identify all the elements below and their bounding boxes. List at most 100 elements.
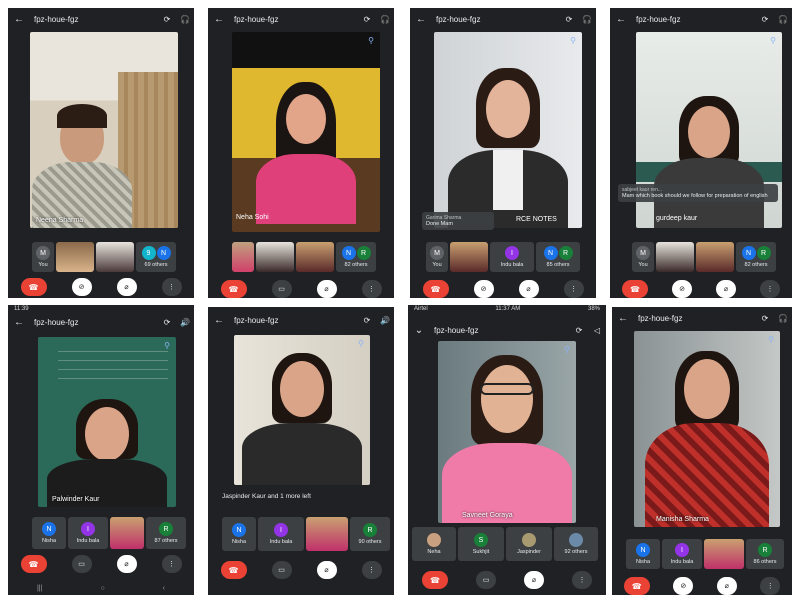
pin-icon[interactable]: ⚲ [358, 339, 364, 348]
participant-tile-others[interactable]: N R 85 others [536, 242, 580, 272]
headphones-icon[interactable]: 🎧 [376, 15, 394, 24]
participant-tile-neha[interactable]: Neha [412, 527, 456, 561]
camera-toggle-button[interactable]: ▭ [71, 555, 92, 573]
participant-tile-video[interactable] [56, 242, 94, 272]
participant-tile-others[interactable]: R 86 others [746, 539, 784, 569]
camera-toggle-button[interactable]: ⊘ [71, 278, 92, 296]
recents-nav-icon[interactable]: ||| [37, 585, 42, 595]
meeting-code[interactable]: fpz-houe-fgz [230, 15, 358, 24]
camera-toggle-button[interactable]: ▭ [271, 280, 292, 298]
back-arrow-icon[interactable]: ← [208, 315, 230, 326]
participant-tile-you[interactable]: M You [632, 242, 654, 272]
participant-tile-video[interactable] [232, 242, 254, 272]
end-call-button[interactable]: ☎ [20, 555, 47, 573]
end-call-button[interactable]: ☎ [220, 280, 247, 298]
pin-icon[interactable]: ⚲ [770, 36, 776, 45]
participant-tile-video[interactable] [656, 242, 694, 272]
pin-icon[interactable]: ⚲ [564, 345, 570, 354]
meeting-code[interactable]: fpz-houe-fgz [30, 15, 158, 24]
more-options-button[interactable]: ⋮ [760, 577, 781, 595]
camera-toggle-button[interactable]: ⊘ [672, 280, 692, 298]
back-arrow-icon[interactable]: ← [8, 317, 30, 328]
participant-tile-video[interactable] [296, 242, 334, 272]
participant-tile-others[interactable]: N R 82 others [736, 242, 776, 272]
more-options-button[interactable]: ⋮ [361, 561, 382, 579]
switch-camera-icon[interactable]: ⟳ [570, 326, 588, 335]
meeting-code[interactable]: fpz-houe-fgz [432, 15, 560, 24]
back-arrow-icon[interactable]: ← [612, 313, 634, 324]
participant-tile-video[interactable] [110, 517, 144, 549]
headphones-icon[interactable]: 🎧 [774, 15, 792, 24]
participant-tile-others[interactable]: R 90 others [350, 517, 390, 551]
participant-tile-nisha[interactable]: N Nisha [626, 539, 660, 569]
mic-toggle-button[interactable]: ⌀ [716, 577, 737, 595]
mic-toggle-button[interactable]: ⌀ [518, 280, 539, 298]
end-call-button[interactable]: ☎ [20, 278, 47, 296]
more-options-button[interactable]: ⋮ [161, 278, 182, 296]
speaker-icon[interactable]: 🔊 [376, 316, 394, 325]
meeting-code[interactable]: fpz-houe-fgz [634, 314, 756, 323]
pin-icon[interactable]: ⚲ [368, 36, 374, 45]
back-arrow-icon[interactable]: ← [410, 14, 432, 25]
participant-tile-video[interactable] [96, 242, 134, 272]
meeting-code[interactable]: fpz-houe-fgz [230, 316, 358, 325]
participant-tile-others[interactable]: R 87 others [146, 517, 186, 549]
participant-tile-video[interactable] [256, 242, 294, 272]
participant-tile-video[interactable] [704, 539, 744, 569]
more-options-button[interactable]: ⋮ [572, 571, 592, 589]
back-arrow-icon[interactable]: ← [610, 14, 632, 25]
mic-toggle-button[interactable]: ⌀ [716, 280, 736, 298]
participant-tile-indu[interactable]: I Indu bala [258, 517, 304, 551]
switch-camera-icon[interactable]: ⟳ [358, 316, 376, 325]
meeting-code[interactable]: fpz-houe-fgz [430, 326, 570, 335]
camera-toggle-button[interactable]: ▭ [476, 571, 496, 589]
more-options-button[interactable]: ⋮ [760, 280, 780, 298]
participant-tile-you[interactable]: M You [32, 242, 54, 272]
mic-toggle-button[interactable]: ⌀ [316, 561, 337, 579]
switch-camera-icon[interactable]: ⟳ [158, 318, 176, 327]
camera-toggle-button[interactable]: ⊘ [473, 280, 494, 298]
end-call-button[interactable]: ☎ [422, 571, 448, 589]
switch-camera-icon[interactable]: ⟳ [756, 314, 774, 323]
switch-camera-icon[interactable]: ⟳ [158, 15, 176, 24]
mic-toggle-button[interactable]: ⌀ [116, 278, 137, 296]
end-call-button[interactable]: ☎ [422, 280, 449, 298]
participant-tile-sukhjit[interactable]: S Sukhjit [458, 527, 504, 561]
back-arrow-icon[interactable]: ← [208, 14, 230, 25]
participant-tile-you[interactable]: M You [426, 242, 448, 272]
more-options-button[interactable]: ⋮ [361, 280, 382, 298]
participant-tile-others[interactable]: 9 N 69 others [136, 242, 176, 272]
participant-tile-video[interactable] [306, 517, 348, 551]
meeting-code[interactable]: fpz-houe-fgz [30, 318, 158, 327]
speaker-icon[interactable]: 🔊 [176, 318, 194, 327]
participant-tile-jaspinder[interactable]: Jaspinder [506, 527, 552, 561]
switch-camera-icon[interactable]: ⟳ [560, 15, 578, 24]
participant-tile-others[interactable]: 92 others [554, 527, 598, 561]
home-nav-icon[interactable]: ○ [100, 585, 104, 595]
camera-toggle-button[interactable]: ⊘ [673, 577, 694, 595]
audio-output-icon[interactable]: ◁ [588, 326, 606, 335]
more-options-button[interactable]: ⋮ [563, 280, 584, 298]
pin-icon[interactable]: ⚲ [570, 36, 576, 45]
headphones-icon[interactable]: 🎧 [176, 15, 194, 24]
end-call-button[interactable]: ☎ [622, 280, 648, 298]
mic-toggle-button[interactable]: ⌀ [524, 571, 544, 589]
participant-tile-indu[interactable]: I Indu bala [490, 242, 534, 272]
mic-toggle-button[interactable]: ⌀ [116, 555, 137, 573]
pin-icon[interactable]: ⚲ [164, 341, 170, 350]
pin-icon[interactable]: ⚲ [768, 335, 774, 344]
chevron-down-icon[interactable]: ⌄ [408, 325, 430, 336]
switch-camera-icon[interactable]: ⟳ [756, 15, 774, 24]
end-call-button[interactable]: ☎ [220, 561, 247, 579]
participant-tile-nisha[interactable]: N Nisha [222, 517, 256, 551]
participant-tile-others[interactable]: N R 82 others [336, 242, 376, 272]
camera-toggle-button[interactable]: ▭ [271, 561, 292, 579]
switch-camera-icon[interactable]: ⟳ [358, 15, 376, 24]
meeting-code[interactable]: fpz-houe-fgz [632, 15, 756, 24]
end-call-button[interactable]: ☎ [623, 577, 650, 595]
participant-tile-indu[interactable]: I Indu bala [662, 539, 702, 569]
back-nav-icon[interactable]: ‹ [163, 585, 165, 595]
headphones-icon[interactable]: 🎧 [774, 314, 792, 323]
participant-tile-video[interactable] [696, 242, 734, 272]
participant-tile-video[interactable] [450, 242, 488, 272]
